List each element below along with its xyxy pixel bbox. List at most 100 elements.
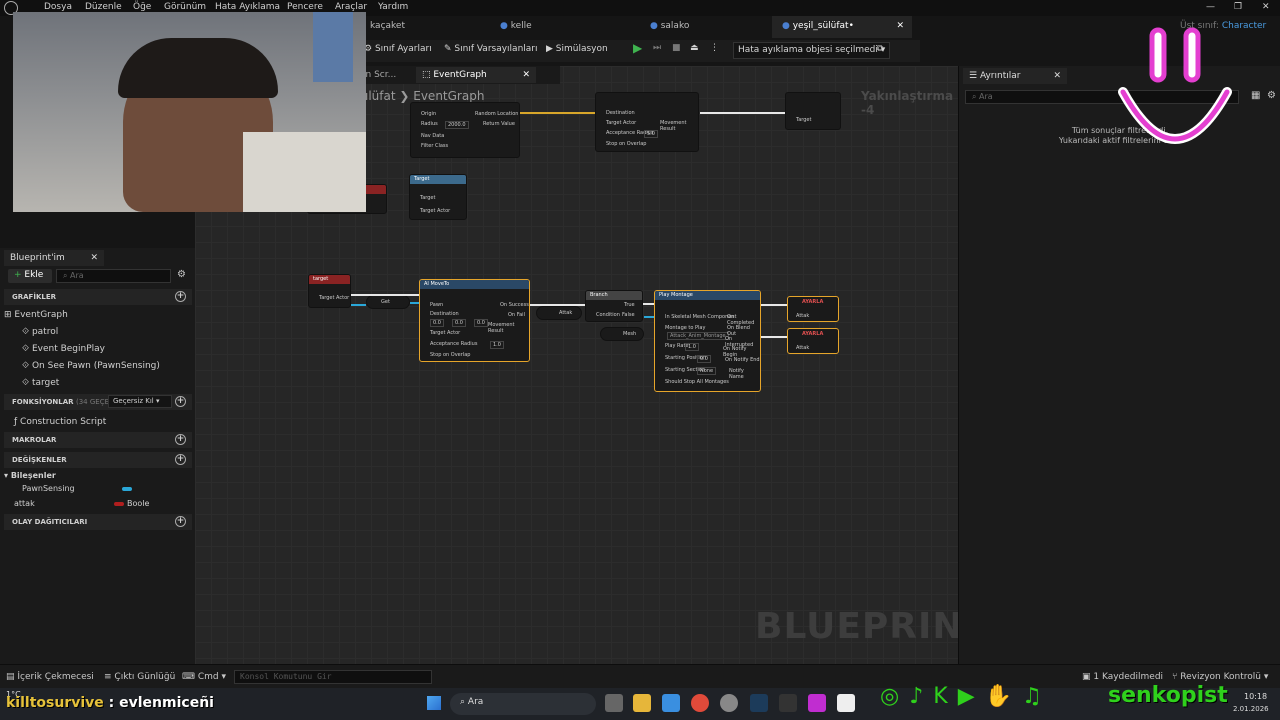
target-function-node[interactable]: Target Target Target Actor [409,174,467,220]
blueprint-settings-icon[interactable]: ⚙ [177,269,186,280]
menu-edit[interactable]: Düzenle [85,2,122,12]
graph-item-target[interactable]: ⟐ target [22,378,59,388]
menu-asset[interactable]: Öğe [133,2,151,12]
table-view-icon[interactable]: ▦ [1251,90,1260,101]
clock-time[interactable]: 10:18 [1244,692,1267,701]
debug-filter-icon[interactable]: ⧉ [877,44,883,54]
graph-item-eventgraph[interactable]: ⊞ EventGraph [4,310,68,320]
graph-item-patrol[interactable]: ⟐ patrol [22,327,58,337]
menu-help[interactable]: Yardım [378,2,408,12]
windows-start-icon[interactable] [427,696,441,710]
ai-move-to-node[interactable]: AI MoveTo Pawn Destination 0.0 0.0 0.0 T… [419,279,530,362]
add-dispatcher-icon[interactable]: + [175,516,186,527]
output-log-button[interactable]: ≡ Çıktı Günlüğü [104,672,175,682]
save-icon: ▣ [1082,672,1094,682]
unsaved-button[interactable]: ▣ 1 Kaydedilmedi [1082,672,1163,682]
tab-salako[interactable]: ● salako [640,16,760,38]
class-settings-button[interactable]: ⚙ Sınıf Ayarları [364,44,432,54]
my-blueprint-tab[interactable]: Blueprint'im ✕ [4,250,104,266]
minimize-icon[interactable]: — [1206,2,1215,12]
tab-yesil-sulufat[interactable]: ● yeşil_sülüfat• ✕ [772,16,912,38]
maximize-icon[interactable]: ❐ [1234,2,1242,12]
object-type-pill [122,487,132,491]
my-blueprint-search-input[interactable]: ⌕ Ara [56,269,171,283]
add-macro-icon[interactable]: + [175,434,186,445]
details-icon: ☰ [969,71,980,81]
play-montage-node[interactable]: Play Montage In Skeletal Mesh Component … [654,290,761,392]
target-variable-node[interactable]: target Target Actor [308,274,351,308]
functions-section-header[interactable]: FONKSİYONLAR (34 GEÇERS Geçersiz Kıl ▾ + [4,394,192,410]
top-move-node[interactable]: Destination Target Actor Acceptance Radi… [595,92,699,152]
search-icon: ⌕ [63,271,71,280]
simulation-button[interactable]: ▶ Simülasyon [546,44,608,54]
taskbar-search-input[interactable]: ⌕ Ara [450,693,596,715]
macros-section-header[interactable]: MAKROLAR + [4,432,192,448]
graph-item-on-see-pawn[interactable]: ⟐ On See Pawn (PawnSensing) [22,361,160,371]
menu-tools[interactable]: Araçlar [335,2,367,12]
clock-date[interactable]: 2.01.2026 [1233,705,1269,713]
close-my-blueprint-icon[interactable]: ✕ [90,253,98,263]
top-target-node[interactable]: Target [785,92,841,130]
component-item-pawnsensing[interactable]: PawnSensing [22,484,75,493]
app-icon[interactable] [720,694,738,712]
play-icon[interactable]: ▶ [633,41,642,55]
close-details-icon[interactable]: ✕ [1053,71,1061,81]
graphs-section-header[interactable]: GRAFİKLER + [4,289,192,305]
stop-icon[interactable]: ■ [672,43,681,53]
cmd-dropdown[interactable]: ⌨ Cmd ▾ [182,672,226,682]
unreal-engine-icon[interactable] [837,694,855,712]
dispatchers-section-header[interactable]: OLAY DAĞITICILARI + [4,514,192,530]
steam-icon[interactable] [750,694,768,712]
override-dropdown[interactable]: Geçersiz Kıl ▾ [108,395,172,408]
add-graph-icon[interactable]: + [175,291,186,302]
attak-get-node[interactable]: Attak [536,306,582,320]
menu-debug[interactable]: Hata Ayıklama [215,2,280,12]
get-node[interactable]: Get [366,295,410,309]
add-variable-icon[interactable]: + [175,454,186,465]
epic-games-icon[interactable] [779,694,797,712]
revision-control-button[interactable]: ⑂ Revizyon Kontrolü ▾ [1172,672,1268,682]
tab-kelle[interactable]: ● kelle [490,16,620,38]
close-tab-icon[interactable]: ✕ [896,21,904,31]
plus-icon: + [14,270,25,280]
file-explorer-icon[interactable] [633,694,651,712]
debug-object-select[interactable]: Hata ayıklama objesi seçilmedi ▾ [733,42,891,59]
vector-wire [520,112,595,114]
class-defaults-button[interactable]: ✎ Sınıf Varsayılanları [444,44,538,54]
menu-view[interactable]: Görünüm [164,2,206,12]
store-icon[interactable] [662,694,680,712]
menu-window[interactable]: Pencere [287,2,323,12]
more-options-icon[interactable]: ⋮ [710,43,719,53]
youtube-icon: ▶ [957,684,975,709]
tab-kacaket[interactable]: kaçaket [360,16,480,38]
graph-item-beginplay[interactable]: ⟐ Event BeginPlay [22,344,105,354]
details-tab[interactable]: ☰ Ayrıntılar ✕ [963,68,1067,84]
content-drawer-button[interactable]: ▤ İçerik Çekmecesi [6,672,94,682]
eject-icon[interactable]: ⏏ [690,43,699,53]
variable-item-attak[interactable]: attak [14,499,35,508]
step-icon[interactable]: ⏭ [653,43,661,53]
obs-icon[interactable] [808,694,826,712]
menu-file[interactable]: Dosya [44,2,72,12]
close-window-icon[interactable]: ✕ [1262,2,1270,12]
random-location-node[interactable]: Origin Radius 2000.0 Nav Data Filter Cla… [410,102,520,158]
social-icons: ◎ ♪ K ▶ ✋ ♫ [880,684,1042,712]
function-item-construction-script[interactable]: ƒ Construction Script [14,417,106,427]
branch-node[interactable]: Branch Condition True False [585,290,643,322]
variables-section-header[interactable]: DEĞİŞKENLER + [4,452,192,468]
add-button[interactable]: + Ekle [8,269,52,283]
smile-logo-icon [1118,27,1232,144]
set-attak-node-1[interactable]: AYARLA Attak [787,296,839,322]
variable-type-attak[interactable]: Boole [127,499,149,508]
set-attak-node-2[interactable]: AYARLA Attak [787,328,839,354]
details-settings-icon[interactable]: ⚙ [1267,90,1276,101]
task-view-icon[interactable] [605,694,623,712]
graph-tab-eventgraph[interactable]: ⬚ EventGraph ✕ [416,67,536,83]
components-group[interactable]: ▾ Bileşenler [4,471,56,480]
chrome-icon[interactable] [691,694,709,712]
search-icon: ⌕ [460,697,468,707]
mesh-get-node[interactable]: Mesh [600,327,644,341]
console-input[interactable]: Konsol Komutunu Gir [234,670,432,684]
close-graph-tab-icon[interactable]: ✕ [522,70,530,80]
add-function-icon[interactable]: + [175,396,186,407]
